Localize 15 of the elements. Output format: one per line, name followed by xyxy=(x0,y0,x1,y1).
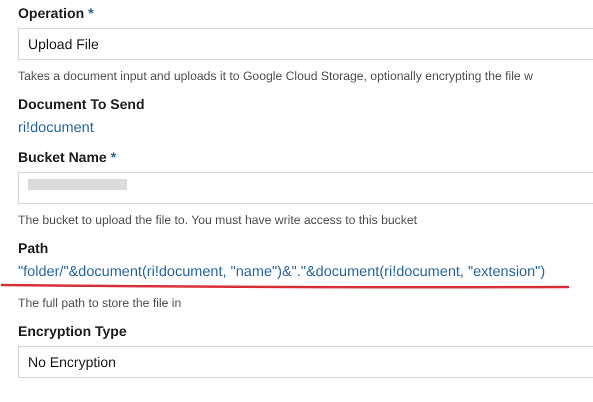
expression-link[interactable]: "folder/"&document(ri!document, "name")&"."&document(ri!document, "extension") xyxy=(18,263,546,281)
field-description: The bucket to upload the file to. You must have write access to this bucket xyxy=(18,212,418,228)
field-label: Encryption Type xyxy=(18,322,127,340)
field-label: Document To Send xyxy=(18,95,145,113)
field-description: Takes a document input and uploads it to Google Cloud Storage, optionally encrypting the file w xyxy=(18,68,534,84)
field-description: The full path to store the file in xyxy=(18,295,182,311)
field-label: Bucket Name xyxy=(18,148,107,166)
input-field[interactable] xyxy=(18,172,593,204)
field-label: Operation xyxy=(18,4,84,22)
expression-link[interactable]: ri!document xyxy=(18,119,94,137)
field-label: Path xyxy=(18,239,48,257)
input-field[interactable]: Upload File xyxy=(18,28,593,60)
required-asterisk: * xyxy=(88,5,94,21)
required-asterisk: * xyxy=(110,149,116,165)
input-field[interactable]: No Encryption xyxy=(18,346,593,378)
